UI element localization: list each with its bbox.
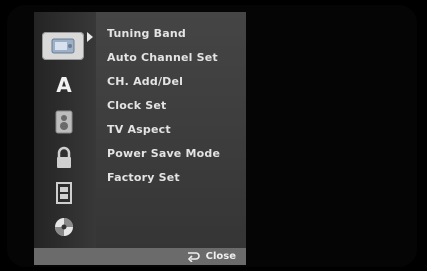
- setting-list: Tuning Band Auto Channel Set CH. Add/Del…: [107, 22, 220, 190]
- language-icon: A: [56, 73, 72, 97]
- close-button[interactable]: Close: [186, 249, 236, 264]
- category-setup[interactable]: [42, 32, 84, 60]
- menu-item-clock-set[interactable]: Clock Set: [107, 94, 220, 118]
- menu-footer: Close: [34, 248, 246, 265]
- lock-icon: [57, 146, 71, 168]
- category-language[interactable]: A: [44, 70, 84, 100]
- tv-screen: A Tuning Band Auto Channel Set CH. Add/D…: [7, 5, 417, 267]
- film-icon: [56, 182, 72, 204]
- category-recording[interactable]: [44, 178, 84, 208]
- chevron-right-icon: [87, 32, 93, 42]
- category-disc[interactable]: [44, 212, 84, 242]
- category-lock[interactable]: [44, 143, 84, 173]
- menu-item-power-save-mode[interactable]: Power Save Mode: [107, 142, 220, 166]
- close-label: Close: [205, 251, 236, 262]
- category-column: A: [34, 12, 96, 248]
- menu-item-auto-channel-set[interactable]: Auto Channel Set: [107, 46, 220, 70]
- return-icon: [187, 252, 200, 262]
- category-audio[interactable]: [44, 107, 84, 137]
- menu-item-tuning-band[interactable]: Tuning Band: [107, 22, 220, 46]
- disc-icon: [55, 218, 73, 236]
- audio-icon: [55, 110, 73, 134]
- setup-icon: [51, 38, 75, 54]
- menu-item-tv-aspect[interactable]: TV Aspect: [107, 118, 220, 142]
- menu-item-ch-add-del[interactable]: CH. Add/Del: [107, 70, 220, 94]
- menu-item-factory-set[interactable]: Factory Set: [107, 166, 220, 190]
- setup-menu: A Tuning Band Auto Channel Set CH. Add/D…: [34, 12, 246, 265]
